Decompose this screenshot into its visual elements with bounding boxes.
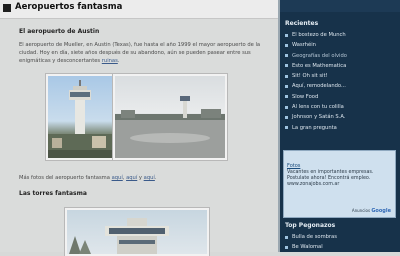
post-subtitle: El aeropuerto de Austin — [19, 28, 100, 35]
ruinas-link[interactable]: ruinas — [102, 58, 118, 64]
recent-item[interactable]: Sit! Oh sit sit! — [285, 71, 397, 81]
recent-item[interactable]: La gran pregunta — [285, 123, 397, 133]
post-header: Aeropuertos fantasma — [0, 0, 278, 19]
tower-illustration-2 — [69, 218, 169, 254]
control-tower-illustration — [48, 80, 112, 158]
ad-text: Vacantes en importantes empresas. Postul… — [287, 170, 374, 187]
ad-footer-label: Anuncios — [351, 208, 371, 213]
recent-item[interactable]: Esto es Mathematica — [285, 61, 397, 71]
ad-footer[interactable]: Anuncios Google — [352, 208, 391, 214]
blog-page: Aeropuertos fantasma El aeropuerto de Au… — [0, 0, 400, 256]
recent-item[interactable]: Slow Food — [285, 92, 397, 102]
photo-link-2[interactable]: aquí — [126, 175, 137, 181]
post-paragraph-text: El aeropuerto de Mueller, en Austin (Tex… — [19, 42, 261, 64]
runway-illustration — [115, 96, 225, 158]
google-logo: Google — [371, 208, 391, 214]
photo-link-1[interactable]: aquí — [112, 175, 123, 181]
recent-item[interactable]: El bostezo de Munch — [285, 30, 397, 40]
recent-title: Recientes — [285, 20, 319, 27]
post-bullet-icon — [3, 4, 11, 12]
sidebar-top-strip — [280, 0, 400, 12]
post-title[interactable]: Aeropuertos fantasma — [15, 2, 122, 12]
top-list: Bulla de sombras Be Walomal — [285, 232, 397, 253]
google-ad[interactable]: Fotos Vacantes en importantes empresas. … — [283, 150, 396, 218]
top-item[interactable]: Be Walomal — [285, 242, 397, 252]
post-area: Aeropuertos fantasma El aeropuerto de Au… — [0, 0, 278, 256]
tower-photo-2[interactable] — [65, 208, 209, 256]
more-photos-text: Más fotos del aeropuerto fantasma — [19, 175, 112, 181]
top-title: Top Pegonazos — [285, 222, 336, 229]
ad-link[interactable]: Fotos — [287, 163, 300, 169]
recent-item[interactable]: Wasrhéin — [285, 40, 397, 50]
more-photos-line: Más fotos del aeropuerto fantasma aquí, … — [19, 175, 157, 181]
photo-link-3[interactable]: aquí — [144, 175, 155, 181]
top-item[interactable]: Bulla de sombras — [285, 232, 397, 242]
control-tower-photo[interactable] — [46, 74, 114, 160]
post-paragraph: El aeropuerto de Mueller, en Austin (Tex… — [19, 42, 261, 64]
sidebar: Recientes El bostezo de Munch Wasrhéin G… — [280, 0, 400, 252]
recent-item[interactable]: Aquí, remodelando... — [285, 81, 397, 91]
recent-list: El bostezo de Munch Wasrhéin Geografías … — [285, 30, 397, 133]
recent-item[interactable]: Johnson y Satán S.A. — [285, 112, 397, 122]
runway-photo[interactable] — [113, 74, 227, 160]
section-title: Las torres fantasma — [19, 190, 87, 197]
recent-item[interactable]: Geografías del olvido — [285, 51, 397, 61]
recent-item[interactable]: Al lens con tu colilla — [285, 102, 397, 112]
